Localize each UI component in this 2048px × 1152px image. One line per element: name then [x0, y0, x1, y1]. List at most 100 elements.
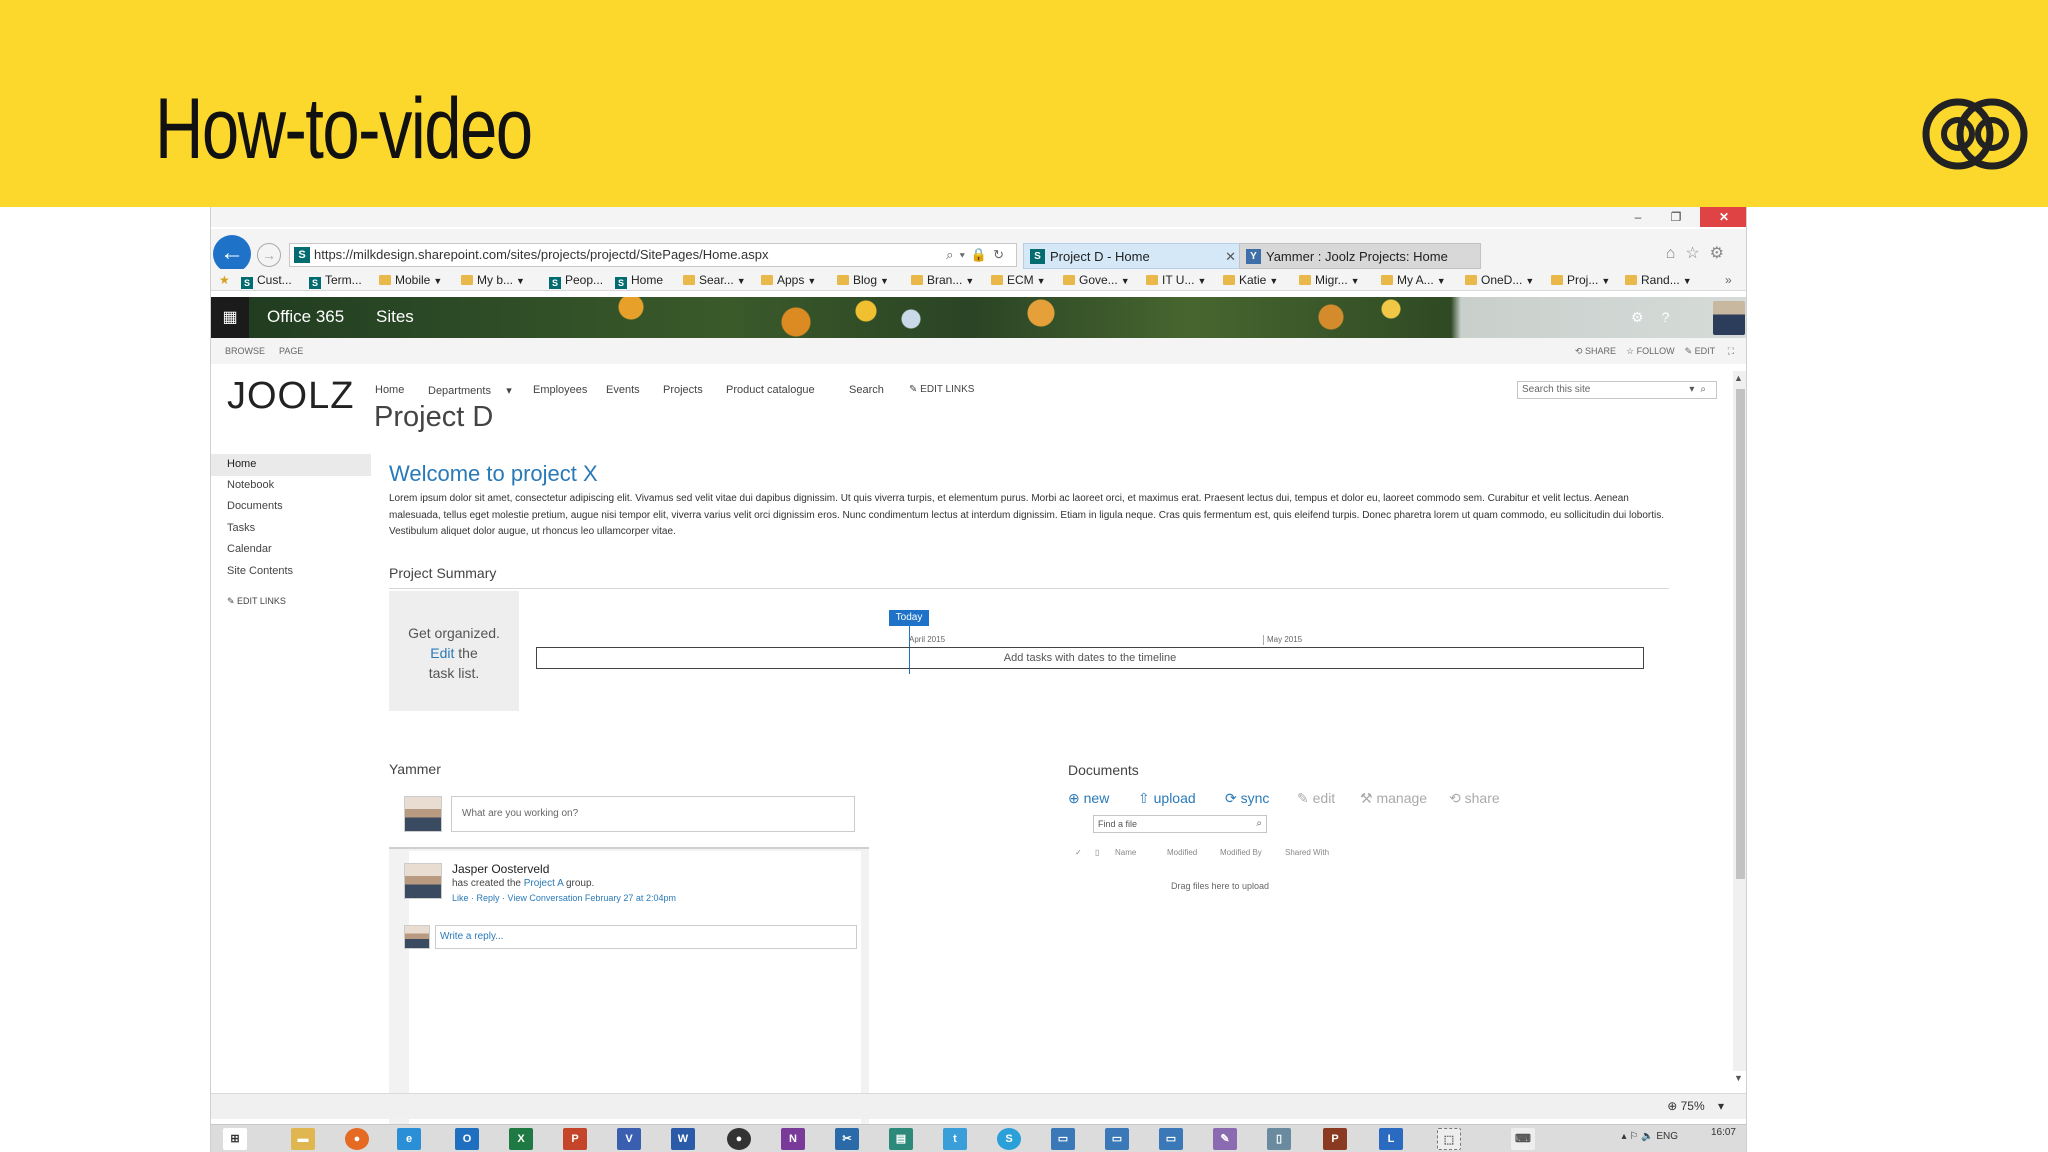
post-author[interactable]: Jasper Oosterveld: [452, 862, 549, 876]
leftnav-calendar[interactable]: Calendar: [227, 543, 272, 555]
favorite-item[interactable]: Migr... ▼: [1299, 269, 1360, 290]
remote-desktop-icon[interactable]: ▭: [1105, 1128, 1129, 1150]
favorite-item[interactable]: Katie ▼: [1223, 269, 1278, 290]
favorite-item[interactable]: Blog ▼: [837, 269, 889, 290]
reply-input[interactable]: Write a reply...: [435, 925, 857, 949]
topnav-search[interactable]: Search: [849, 384, 884, 396]
tab-project-d[interactable]: S Project D - Home ✕: [1023, 243, 1243, 269]
topnav-departments[interactable]: Departments ▾: [428, 384, 512, 397]
keyboard-icon[interactable]: ⌨: [1511, 1128, 1535, 1150]
help-icon[interactable]: ?: [1662, 309, 1688, 325]
edit-button[interactable]: ✎ edit: [1297, 790, 1335, 807]
twitter-icon[interactable]: t: [943, 1128, 967, 1150]
leftnav-edit-links[interactable]: ✎ EDIT LINKS: [227, 596, 286, 607]
site-search-input[interactable]: Search this site ▾⌕: [1517, 381, 1717, 399]
home-icon[interactable]: ⌂: [1666, 245, 1686, 262]
avatar[interactable]: [404, 863, 442, 899]
follow-action[interactable]: ☆ FOLLOW: [1626, 346, 1675, 356]
address-bar-icons[interactable]: ⌕▾🔒↻: [946, 244, 1010, 266]
scroll-up-icon[interactable]: ▲: [1734, 373, 1743, 383]
ribbon-tab-page[interactable]: PAGE: [279, 338, 303, 364]
leftnav-notebook[interactable]: Notebook: [227, 479, 274, 491]
settings-icon[interactable]: ⚙: [1631, 309, 1662, 325]
lync-icon[interactable]: L: [1379, 1128, 1403, 1150]
restore-button[interactable]: ❐: [1662, 207, 1690, 227]
app-launcher-icon[interactable]: ▦: [211, 297, 249, 338]
scrollbar-thumb[interactable]: [1736, 389, 1745, 879]
excel-icon[interactable]: X: [509, 1128, 533, 1150]
project-icon[interactable]: P: [1323, 1128, 1347, 1150]
column-name[interactable]: Name: [1115, 848, 1136, 857]
paint-icon[interactable]: ✎: [1213, 1128, 1237, 1150]
favorite-item[interactable]: S Term...: [309, 269, 362, 290]
onenote-icon[interactable]: N: [781, 1128, 805, 1150]
topnav-projects[interactable]: Projects: [663, 384, 703, 396]
column-shared-with[interactable]: Shared With: [1285, 848, 1329, 857]
sync-button[interactable]: ⟳ sync: [1225, 790, 1269, 807]
site-logo[interactable]: JOOLZ: [227, 375, 354, 418]
more-favorites-icon[interactable]: »: [1725, 269, 1732, 290]
notepad-icon[interactable]: ▯: [1267, 1128, 1291, 1150]
upload-button[interactable]: ⇧ upload: [1138, 790, 1196, 807]
language-indicator[interactable]: ENG: [1656, 1131, 1678, 1142]
favorite-item[interactable]: Sear... ▼: [683, 269, 746, 290]
word-icon[interactable]: W: [671, 1128, 695, 1150]
favorite-item[interactable]: S Home: [615, 269, 663, 290]
skype-icon[interactable]: S: [997, 1128, 1021, 1150]
topnav-employees[interactable]: Employees: [533, 384, 587, 396]
find-file-input[interactable]: Find a file ⌕: [1093, 815, 1267, 833]
publisher-icon[interactable]: ▤: [889, 1128, 913, 1150]
ribbon-tab-browse[interactable]: BROWSE: [225, 338, 265, 364]
user-avatar[interactable]: [1713, 301, 1745, 335]
favorite-item[interactable]: My A... ▼: [1381, 269, 1446, 290]
scroll-down-icon[interactable]: ▼: [1734, 1073, 1743, 1083]
group-link[interactable]: Project A: [524, 878, 563, 889]
sites-link[interactable]: Sites: [376, 307, 414, 327]
edit-task-list-link[interactable]: Edit: [430, 645, 454, 661]
favorite-item[interactable]: Gove... ▼: [1063, 269, 1130, 290]
topnav-events[interactable]: Events: [606, 384, 640, 396]
address-bar[interactable]: S https://milkdesign.sharepoint.com/site…: [289, 243, 1017, 267]
leftnav-documents[interactable]: Documents: [227, 500, 283, 512]
new-document-button[interactable]: ⊕ new: [1068, 790, 1109, 807]
close-tab-icon[interactable]: ✕: [1225, 244, 1236, 270]
star-icon[interactable]: ☆: [1685, 245, 1709, 262]
office365-brand[interactable]: Office 365: [267, 307, 344, 327]
favorite-item[interactable]: My b... ▼: [461, 269, 525, 290]
favorite-item[interactable]: Proj... ▼: [1551, 269, 1610, 290]
tab-yammer[interactable]: Y Yammer : Joolz Projects: Home: [1239, 243, 1481, 269]
search-icon[interactable]: ⌕: [1256, 816, 1262, 832]
leftnav-tasks[interactable]: Tasks: [227, 522, 255, 534]
favorites-star-icon[interactable]: ★: [219, 269, 230, 290]
remote-desktop-icon[interactable]: ▭: [1051, 1128, 1075, 1150]
search-icon[interactable]: ⌕: [1700, 384, 1712, 395]
firefox-icon[interactable]: ●: [345, 1128, 369, 1150]
favorite-item[interactable]: Apps ▼: [761, 269, 816, 290]
share-action[interactable]: ⟲ SHARE: [1575, 346, 1616, 356]
visio-icon[interactable]: V: [617, 1128, 641, 1150]
favorite-item[interactable]: Mobile ▼: [379, 269, 442, 290]
screen-clip-icon[interactable]: ⬚: [1437, 1128, 1461, 1150]
dropdown-icon[interactable]: ▾: [1689, 384, 1700, 395]
manage-button[interactable]: ⚒ manage: [1360, 790, 1427, 807]
select-all-checkbox[interactable]: ✓: [1075, 848, 1082, 857]
keepass-icon[interactable]: ●: [727, 1128, 751, 1150]
internet-explorer-icon[interactable]: e: [397, 1128, 421, 1150]
favorite-item[interactable]: S Peop...: [549, 269, 603, 290]
favorite-item[interactable]: S Cust...: [241, 269, 292, 290]
favorite-item[interactable]: Rand... ▼: [1625, 269, 1692, 290]
leftnav-site-contents[interactable]: Site Contents: [227, 565, 293, 577]
leftnav-home[interactable]: Home: [227, 458, 256, 470]
back-button[interactable]: ←: [213, 235, 251, 273]
post-actions[interactable]: Like · Reply · View Conversation Februar…: [452, 893, 676, 903]
gear-icon[interactable]: ⚙: [1710, 245, 1734, 262]
timeline-bar[interactable]: Add tasks with dates to the timeline: [536, 647, 1644, 669]
topnav-edit-links[interactable]: ✎ EDIT LINKS: [909, 384, 974, 395]
remote-desktop-icon[interactable]: ▭: [1159, 1128, 1183, 1150]
powerpoint-icon[interactable]: P: [563, 1128, 587, 1150]
clock[interactable]: 16:07: [1711, 1127, 1736, 1138]
yammer-post-input[interactable]: What are you working on?: [451, 796, 855, 832]
favorite-item[interactable]: Bran... ▼: [911, 269, 974, 290]
windows-start-icon[interactable]: ⊞: [223, 1128, 247, 1150]
minimize-button[interactable]: –: [1624, 207, 1652, 227]
